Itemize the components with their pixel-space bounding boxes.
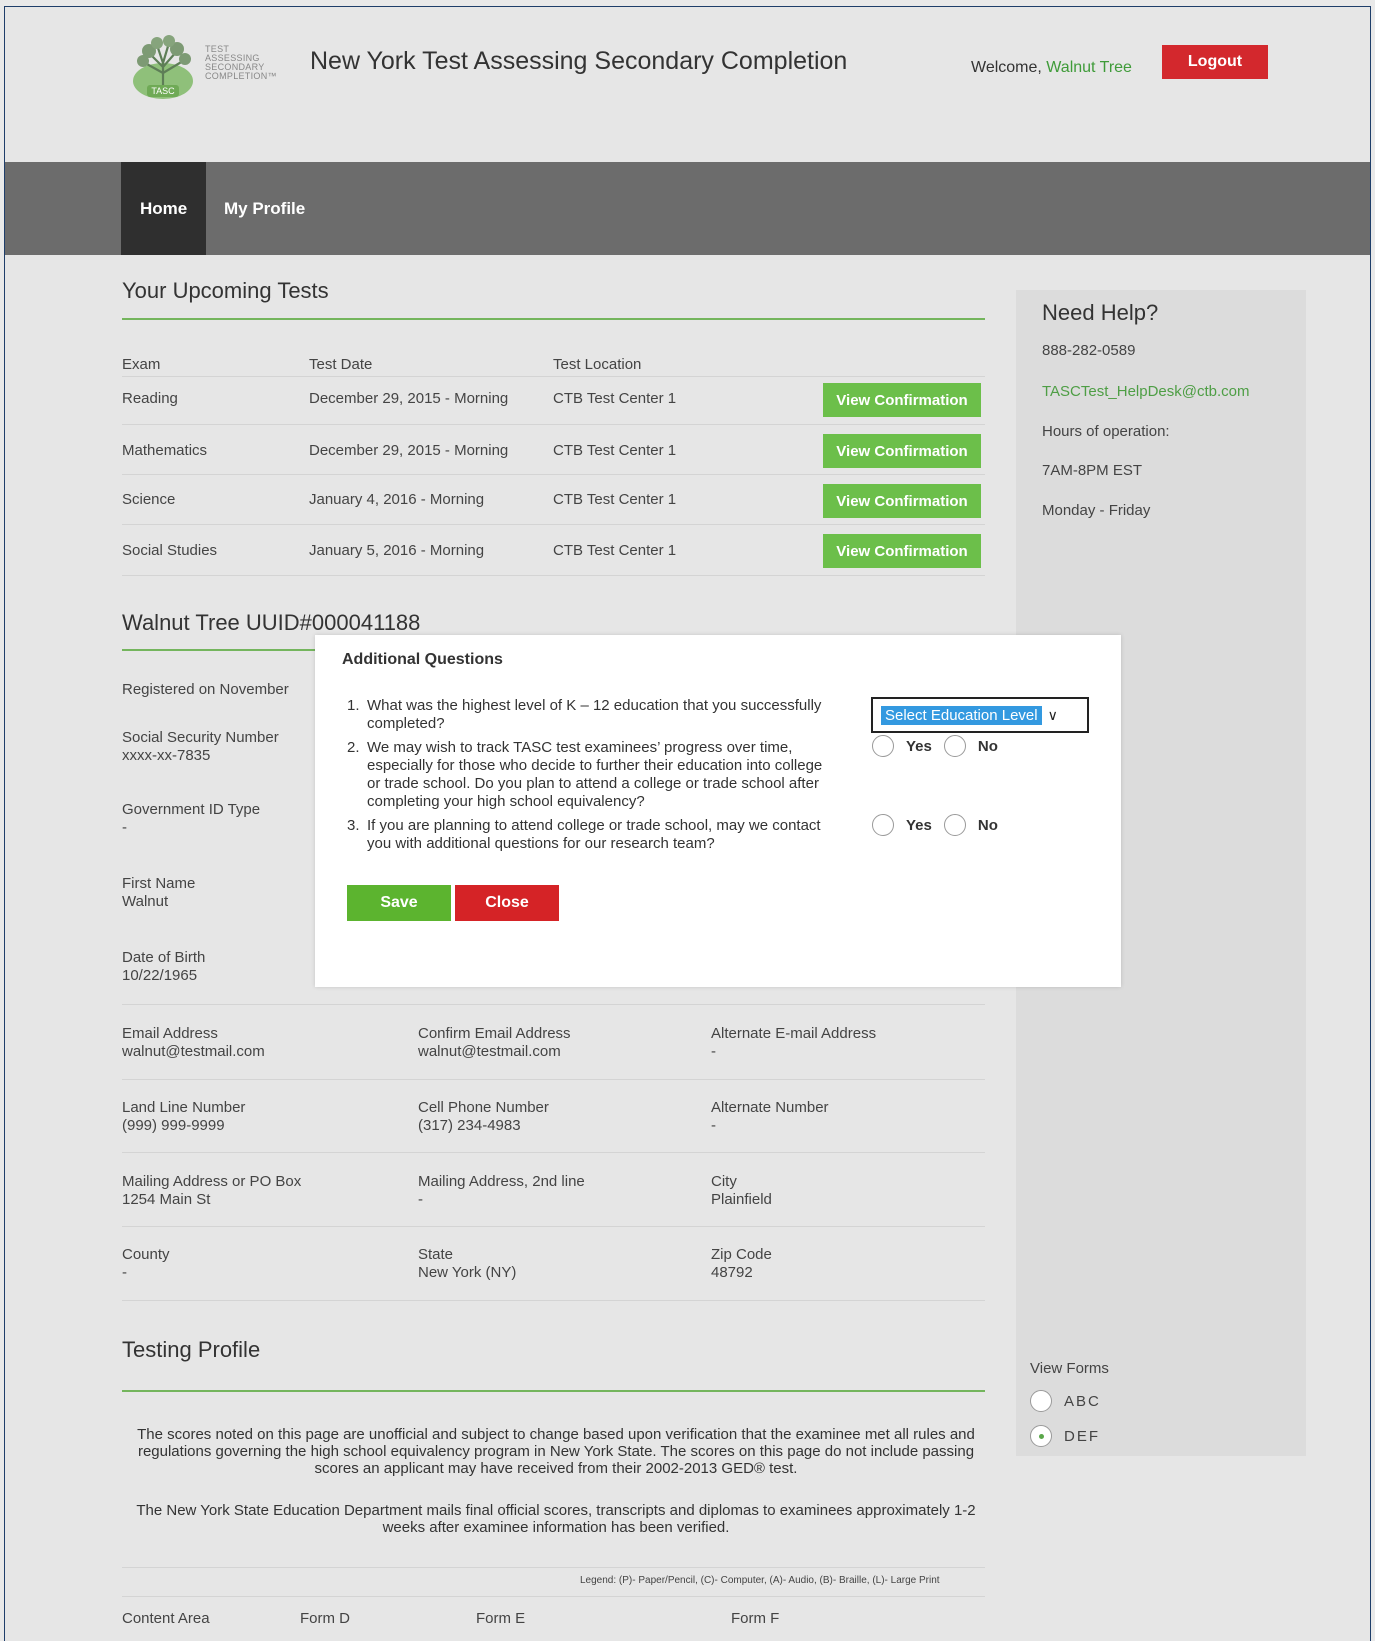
col-test-date: Test Date [309, 356, 373, 373]
days-value: Monday - Friday [1042, 502, 1151, 519]
modal-title: Additional Questions [342, 651, 503, 668]
test-date: December 29, 2015 - Morning [309, 442, 509, 459]
no-radio[interactable] [943, 814, 966, 836]
city-field: City Plainfield [711, 1173, 772, 1208]
view-confirmation-button[interactable]: View Confirmation [823, 484, 981, 518]
question-2-answer: Yes No [872, 735, 998, 757]
address2-field: Mailing Address, 2nd line - [418, 1173, 585, 1208]
help-email-link[interactable]: TASCTest_HelpDesk@ctb.com [1042, 383, 1250, 400]
email-field: Email Address walnut@testmail.com [122, 1025, 265, 1060]
exam-name: Reading [122, 390, 178, 407]
profile-title: Walnut Tree UUID#000041188 [122, 610, 421, 635]
exam-name: Social Studies [122, 542, 218, 559]
question-2: 2. We may wish to track TASC test examin… [347, 739, 823, 810]
row-divider [122, 575, 985, 576]
help-phone: 888-282-0589 [1042, 342, 1136, 359]
col-content-area: Content Area [122, 1610, 210, 1627]
confirm-email-field: Confirm Email Address walnut@testmail.com [418, 1025, 571, 1060]
view-confirmation-button[interactable]: View Confirmation [823, 383, 981, 417]
col-form-f: Form F [731, 1610, 780, 1627]
row-divider [122, 376, 985, 377]
row-divider [122, 1567, 985, 1568]
yes-radio[interactable] [872, 735, 894, 757]
save-button[interactable]: Save [347, 885, 451, 921]
green-divider [122, 1390, 985, 1392]
tree-logo-icon: TASC [133, 35, 193, 99]
row-divider [122, 1300, 985, 1301]
landline-field: Land Line Number (999) 999-9999 [122, 1099, 246, 1134]
col-exam: Exam [122, 356, 161, 373]
green-divider [122, 318, 985, 320]
county-field: County - [122, 1246, 170, 1281]
test-location: CTB Test Center 1 [553, 442, 677, 459]
first-name-field: First Name Walnut [122, 875, 196, 910]
view-forms-def-radio[interactable]: DEF [1030, 1425, 1100, 1447]
state-field: State New York (NY) [418, 1246, 517, 1281]
no-radio[interactable] [943, 735, 966, 757]
view-confirmation-button[interactable]: View Confirmation [823, 434, 981, 468]
row-divider [122, 1079, 985, 1080]
row-divider [122, 474, 985, 475]
radio-icon[interactable] [1030, 1390, 1052, 1412]
row-divider [122, 1226, 985, 1227]
question-1: 1. What was the highest level of K – 12 … [347, 697, 822, 732]
green-divider [122, 649, 322, 651]
test-location: CTB Test Center 1 [553, 390, 677, 407]
nav-my-profile[interactable]: My Profile [205, 162, 324, 255]
ssn-field: Social Security Number xxxx-xx-7835 [122, 729, 279, 764]
scores-notice-text: The New York State Education Department … [136, 1502, 976, 1536]
yes-radio[interactable] [872, 814, 894, 836]
test-date: January 5, 2016 - Morning [309, 542, 485, 559]
registered-text: Registered on November [122, 681, 289, 698]
svg-text:TASC: TASC [151, 86, 175, 96]
testing-profile-title: Testing Profile [122, 1337, 261, 1362]
radio-checked-icon[interactable] [1030, 1425, 1052, 1447]
test-location: CTB Test Center 1 [553, 542, 677, 559]
tasc-logo[interactable]: TASC TEST ASSESSING SECONDARY COMPLETION… [127, 31, 297, 101]
welcome-message: Welcome, Walnut Tree [971, 59, 1132, 76]
question-3: 3. If you are planning to attend college… [347, 817, 821, 852]
main-nav: Home My Profile [5, 162, 1370, 255]
col-form-d: Form D [300, 1610, 350, 1627]
test-date: December 29, 2015 - Morning [309, 390, 509, 407]
alt-number-field: Alternate Number - [711, 1099, 829, 1134]
view-forms-label: View Forms [1030, 1360, 1109, 1377]
welcome-user-name[interactable]: Walnut Tree [1046, 59, 1132, 76]
row-divider [122, 1596, 985, 1597]
help-title: Need Help? [1042, 300, 1159, 325]
cell-phone-field: Cell Phone Number (317) 234-4983 [418, 1099, 549, 1134]
header: TASC TEST ASSESSING SECONDARY COMPLETION… [5, 7, 1370, 162]
row-divider [122, 1004, 985, 1005]
exam-name: Science [122, 491, 176, 508]
address-field: Mailing Address or PO Box 1254 Main St [122, 1173, 302, 1208]
row-divider [122, 524, 985, 525]
upcoming-tests-title: Your Upcoming Tests [122, 278, 329, 303]
row-divider [122, 1152, 985, 1153]
test-date: January 4, 2016 - Morning [309, 491, 485, 508]
test-location: CTB Test Center 1 [553, 491, 677, 508]
col-test-location: Test Location [553, 356, 642, 373]
question-3-answer: Yes No [872, 814, 998, 836]
govid-field: Government ID Type - [122, 801, 261, 836]
logout-button[interactable]: Logout [1162, 45, 1268, 79]
zip-field: Zip Code 48792 [711, 1246, 772, 1281]
chevron-down-icon: ∨ [1047, 706, 1058, 723]
nav-home[interactable]: Home [121, 162, 207, 255]
close-button[interactable]: Close [455, 885, 559, 921]
dob-field: Date of Birth 10/22/1965 [122, 949, 206, 984]
hours-value: 7AM-8PM EST [1042, 462, 1143, 479]
row-divider [122, 424, 985, 425]
view-confirmation-button[interactable]: View Confirmation [823, 534, 981, 568]
alt-email-field: Alternate E-mail Address - [711, 1025, 877, 1060]
disclaimer-text: The scores noted on this page are unoffi… [137, 1426, 975, 1477]
education-level-select[interactable]: Select Education Level ∨ [871, 697, 1089, 733]
exam-name: Mathematics [122, 442, 208, 459]
additional-questions-modal: Additional Questions 1. What was the hig… [315, 635, 1121, 987]
logo-wordmark: TEST ASSESSING SECONDARY COMPLETION™ [205, 44, 277, 81]
col-form-e: Form E [476, 1610, 526, 1627]
hours-label: Hours of operation: [1042, 423, 1170, 440]
legend-text: Legend: (P)- Paper/Pencil, (C)- Computer… [580, 1575, 940, 1586]
site-title: New York Test Assessing Secondary Comple… [310, 47, 848, 75]
view-forms-abc-radio[interactable]: ABC [1030, 1390, 1101, 1412]
